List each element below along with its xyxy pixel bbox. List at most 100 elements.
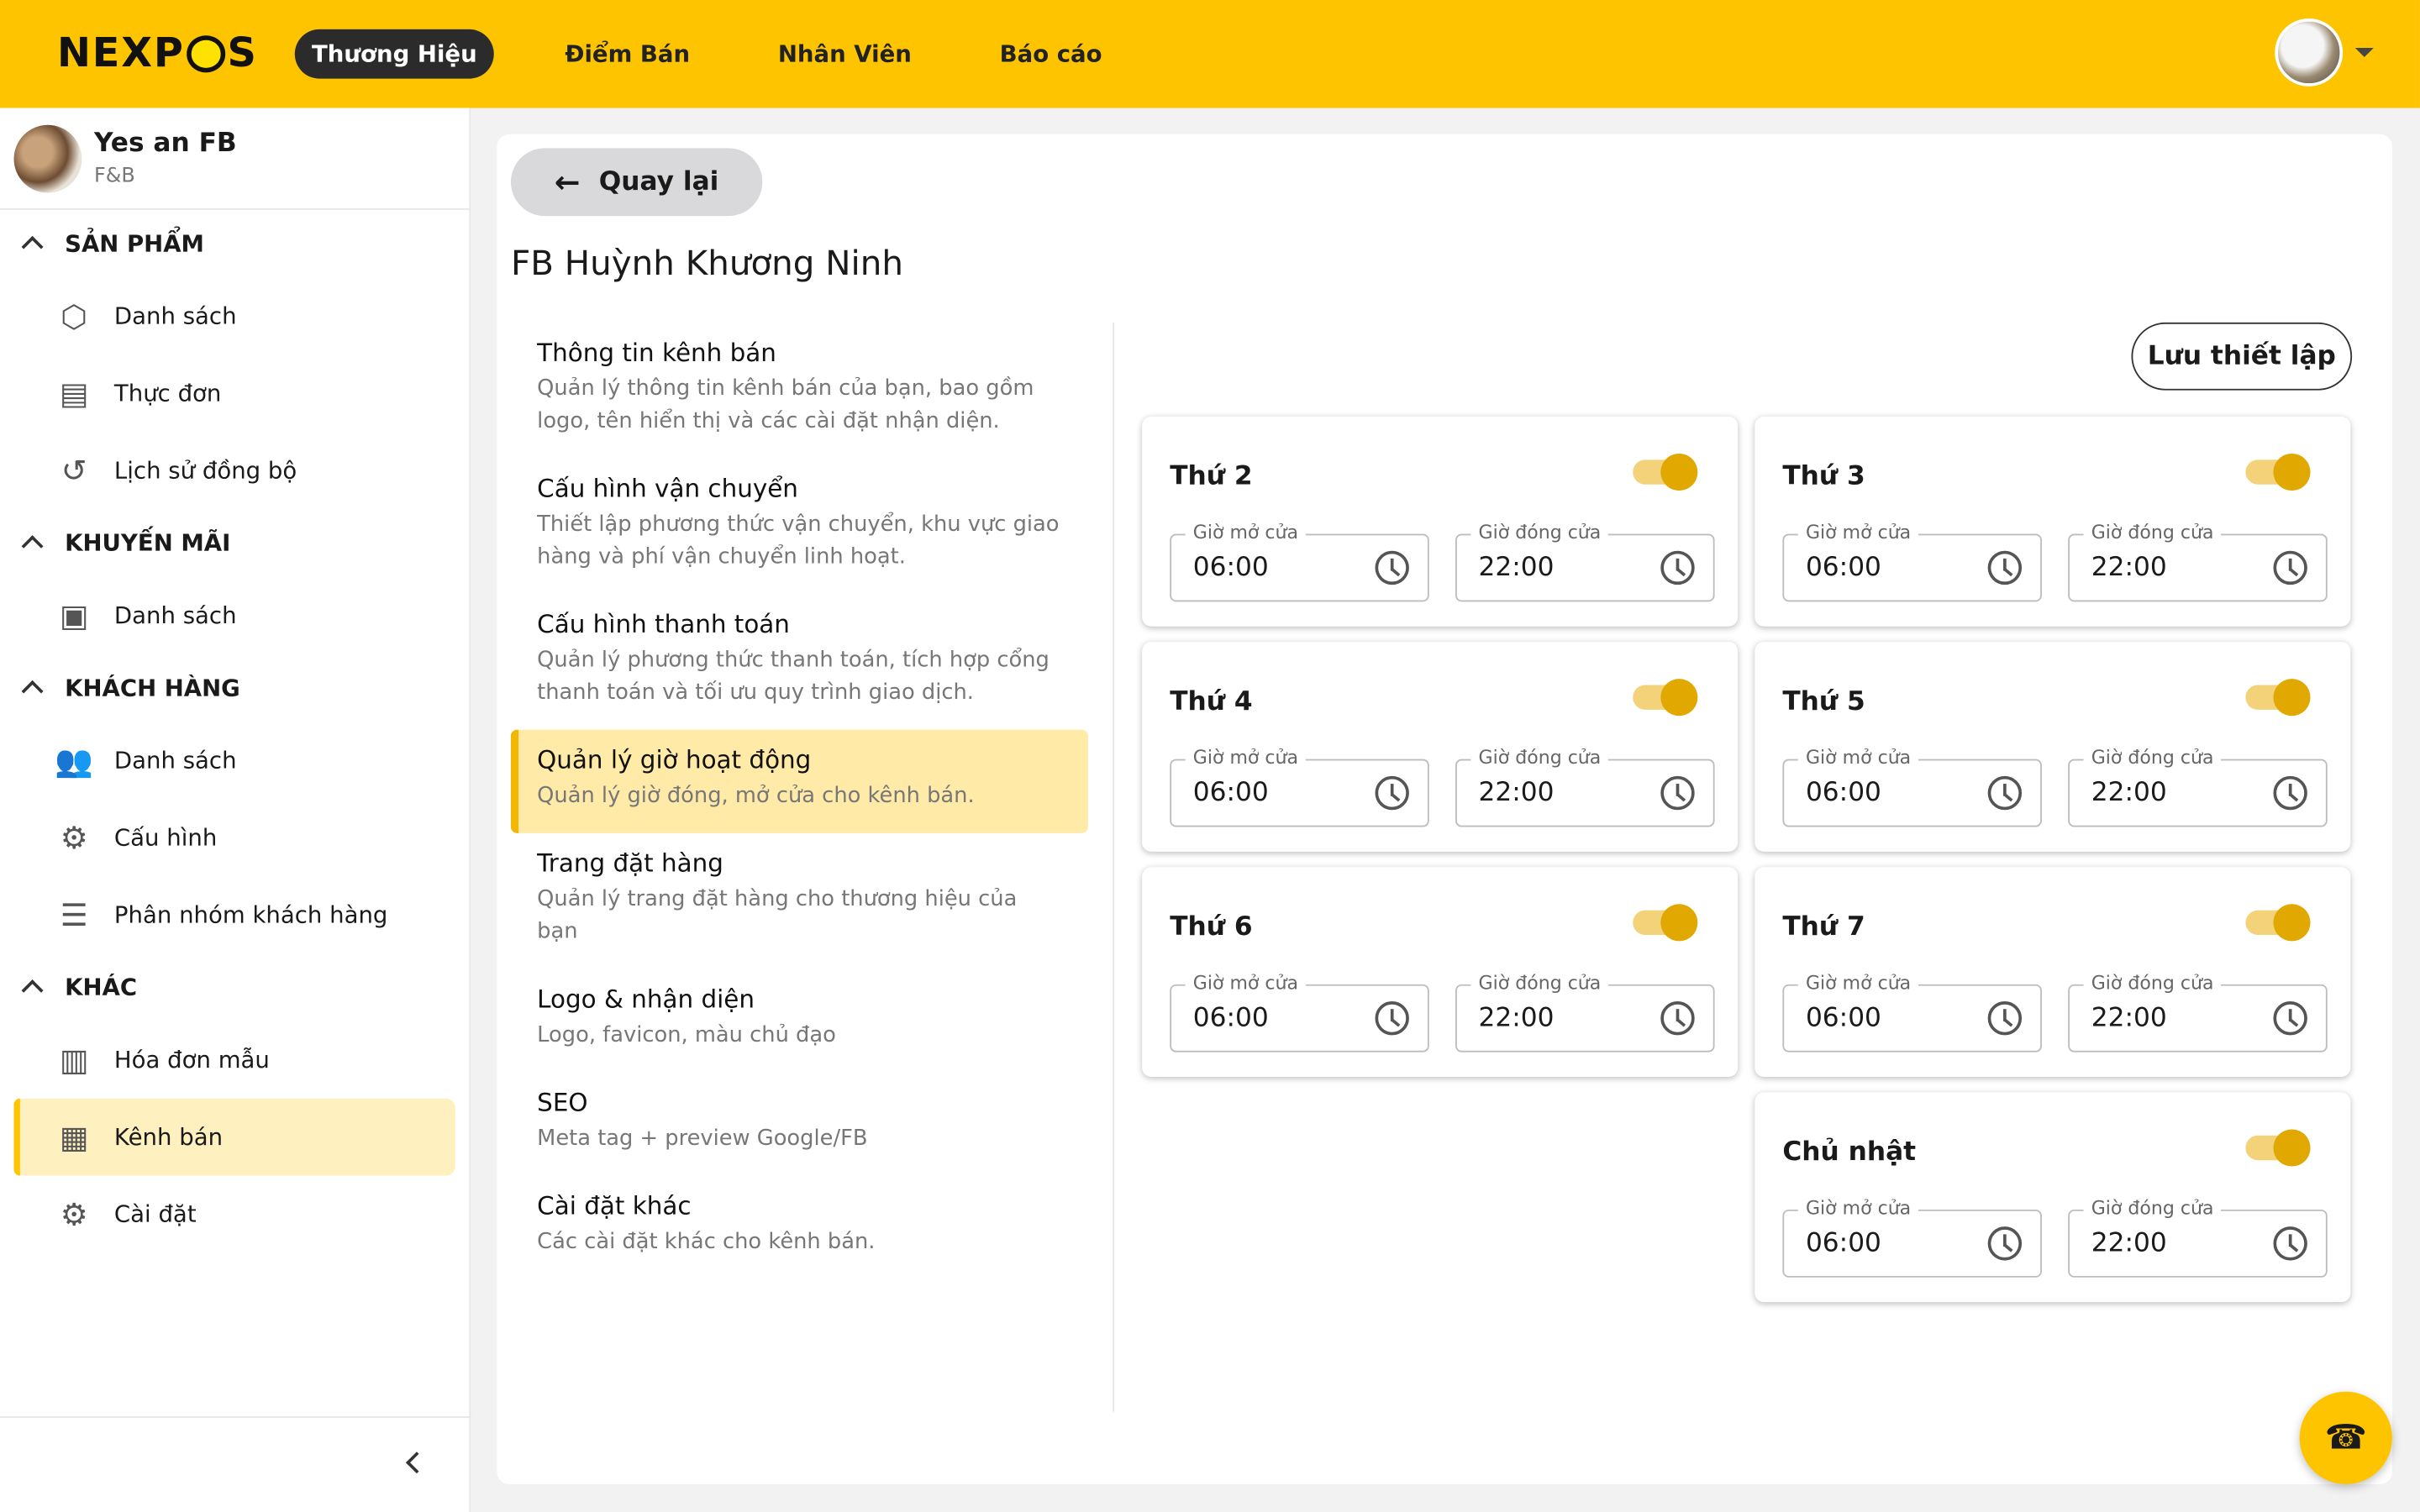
menu-item-seo[interactable]: SEO Meta tag + preview Google/FB [511, 1073, 1088, 1176]
sidebar-item-promo-list[interactable]: ▣ Danh sách [14, 577, 455, 654]
sidebar-item-menu[interactable]: ▤ Thực đơn [14, 354, 455, 432]
close-time-field[interactable]: Giờ đóng cửa 22:00 [2068, 1197, 2328, 1278]
chevron-down-icon[interactable] [2354, 47, 2374, 57]
menu-item-title: Quản lý giờ hoạt động [537, 745, 812, 775]
brand-subtitle: F&B [94, 165, 135, 189]
open-time-value: 06:00 [1805, 1002, 1881, 1034]
people-icon: 👥 [55, 742, 94, 780]
clock-icon[interactable] [1375, 1001, 1409, 1036]
sidebar-item-label: Thực đơn [113, 379, 222, 407]
field-label: Giờ đóng cửa [2083, 521, 2222, 543]
menu-item-order-page[interactable]: Trang đặt hàng Quản lý trang đặt hàng ch… [511, 833, 1088, 969]
support-button[interactable]: ☎ [2299, 1391, 2392, 1484]
toggle-knob [2273, 453, 2311, 491]
open-time-value: 06:00 [1192, 1002, 1269, 1034]
gear-icon: ⚙ [60, 819, 88, 857]
sidebar-item-invoice-template[interactable]: ▥ Hóa đơn mẫu [14, 1021, 455, 1099]
open-time-field[interactable]: Giờ mở cửa 06:00 [1782, 521, 2042, 602]
settings-menu: Thông tin kênh bán Quản lý thông tin kên… [510, 323, 1088, 1279]
nexpos-logo[interactable]: NEXP S [57, 31, 258, 77]
menu-item-title: SEO [537, 1087, 588, 1117]
sidebar-item-label: Cấu hình [113, 823, 218, 852]
clock-icon[interactable] [2273, 1226, 2307, 1261]
section-khac[interactable]: KHÁC [0, 953, 469, 1021]
brand-header[interactable]: Yes an FB F&B [0, 108, 470, 210]
day-name: Thứ 6 [1170, 911, 1253, 943]
sidebar-item-customer-config[interactable]: ⚙ Cấu hình [14, 799, 455, 876]
open-time-field[interactable]: Giờ mở cửa 06:00 [1782, 746, 2042, 827]
open-time-field[interactable]: Giờ mở cửa 06:00 [1782, 1197, 2042, 1278]
sidebar-item-label: Danh sách [113, 302, 237, 331]
nav-nhan-vien[interactable]: Nhân Viên [761, 29, 929, 79]
gear-icon: ⚙ [60, 1195, 88, 1233]
sidebar-item-customer-groups[interactable]: ☰ Phân nhóm khách hàng [14, 876, 455, 953]
sidebar-item-sales-channel[interactable]: ▦ Kênh bán [13, 1098, 455, 1176]
clock-icon[interactable] [1375, 775, 1409, 811]
menu-item-desc: Các cài đặt khác cho kênh bán. [537, 1229, 876, 1255]
field-label: Giờ mở cửa [1797, 972, 1919, 994]
sidebar-item-label: Phân nhóm khách hàng [113, 900, 388, 929]
day-toggle[interactable] [1633, 453, 1698, 491]
day-toggle[interactable] [2245, 1129, 2311, 1167]
nav-diem-ban[interactable]: Điểm Bán [548, 29, 707, 79]
section-san-pham[interactable]: SẢN PHẨM [0, 210, 469, 278]
clock-icon[interactable] [1987, 550, 2023, 585]
day-toggle[interactable] [2245, 453, 2311, 491]
field-label: Giờ đóng cửa [1470, 746, 1609, 769]
clock-icon[interactable] [2273, 550, 2307, 585]
menu-item-opening-hours[interactable]: Quản lý giờ hoạt động Quản lý giờ đóng, … [510, 729, 1088, 833]
store-icon: ▦ [59, 1118, 89, 1156]
day-toggle[interactable] [2245, 679, 2311, 717]
clock-icon[interactable] [1375, 550, 1409, 585]
save-settings-button[interactable]: Lưu thiết lập [2131, 322, 2353, 391]
menu-item-payment[interactable]: Cấu hình thanh toán Quản lý phương thức … [511, 594, 1088, 730]
clock-icon[interactable] [1987, 775, 2023, 811]
sidebar-item-sync-history[interactable]: ↺ Lịch sử đồng bộ [14, 432, 455, 509]
clock-icon[interactable] [1660, 775, 1695, 811]
open-time-field[interactable]: Giờ mở cửa 06:00 [1170, 972, 1429, 1053]
clock-icon[interactable] [2273, 775, 2307, 811]
close-time-field[interactable]: Giờ đóng cửa 22:00 [2068, 972, 2328, 1053]
nav-bao-cao[interactable]: Báo cáo [982, 29, 1118, 79]
menu-item-desc: Meta tag + preview Google/FB [537, 1126, 868, 1152]
nav-thuong-hieu[interactable]: Thương Hiệu [294, 29, 494, 79]
day-toggle[interactable] [1633, 679, 1698, 717]
clock-icon[interactable] [2273, 1001, 2307, 1036]
menu-item-channel-info[interactable]: Thông tin kênh bán Quản lý thông tin kên… [511, 323, 1088, 459]
open-time-field[interactable]: Giờ mở cửa 06:00 [1170, 521, 1429, 602]
day-name: Thứ 3 [1782, 461, 1865, 492]
back-button-label: Quay lại [598, 166, 719, 198]
sidebar-item-settings[interactable]: ⚙ Cài đặt [14, 1176, 455, 1253]
menu-item-logo-branding[interactable]: Logo & nhận diện Logo, favicon, màu chủ … [511, 969, 1088, 1072]
section-khach-hang[interactable]: KHÁCH HÀNG [0, 654, 469, 722]
chevron-up-icon [21, 680, 44, 702]
open-time-field[interactable]: Giờ mở cửa 06:00 [1170, 746, 1429, 827]
clock-icon[interactable] [1660, 550, 1695, 585]
brand-name: Yes an FB [94, 128, 237, 160]
chevron-up-icon [21, 535, 44, 558]
sidebar-collapse[interactable] [0, 1416, 471, 1512]
menu-item-other-settings[interactable]: Cài đặt khác Các cài đặt khác cho kênh b… [511, 1176, 1088, 1279]
chevron-left-icon[interactable] [405, 1452, 428, 1474]
clock-icon[interactable] [1987, 1001, 2023, 1036]
field-label: Giờ đóng cửa [2083, 1197, 2222, 1219]
user-avatar[interactable] [2275, 18, 2344, 87]
clock-icon[interactable] [1987, 1226, 2023, 1261]
close-time-field[interactable]: Giờ đóng cửa 22:00 [1455, 521, 1715, 602]
open-time-field[interactable]: Giờ mở cửa 06:00 [1782, 972, 2042, 1053]
sidebar-item-label: Kênh bán [113, 1123, 224, 1152]
day-card-sun: Chủ nhật Giờ mở cửa 06:00 Giờ đóng cửa 22:… [1754, 1092, 2351, 1303]
menu-item-shipping[interactable]: Cấu hình vận chuyển Thiết lập phương thứ… [511, 458, 1088, 594]
close-time-field[interactable]: Giờ đóng cửa 22:00 [2068, 746, 2328, 827]
close-time-field[interactable]: Giờ đóng cửa 22:00 [1455, 746, 1715, 827]
day-toggle[interactable] [2245, 904, 2311, 942]
close-time-field[interactable]: Giờ đóng cửa 22:00 [2068, 521, 2328, 602]
sidebar-item-customer-list[interactable]: 👥 Danh sách [14, 722, 455, 800]
back-button[interactable]: ← Quay lại [510, 148, 763, 217]
sidebar-item-product-list[interactable]: ⬡ Danh sách [14, 278, 455, 355]
clock-icon[interactable] [1660, 1001, 1695, 1036]
user-menu[interactable] [2275, 18, 2374, 87]
close-time-field[interactable]: Giờ đóng cửa 22:00 [1455, 972, 1715, 1053]
day-toggle[interactable] [1633, 904, 1698, 942]
section-khuyen-mai[interactable]: KHUYẾN MÃI [0, 509, 469, 577]
